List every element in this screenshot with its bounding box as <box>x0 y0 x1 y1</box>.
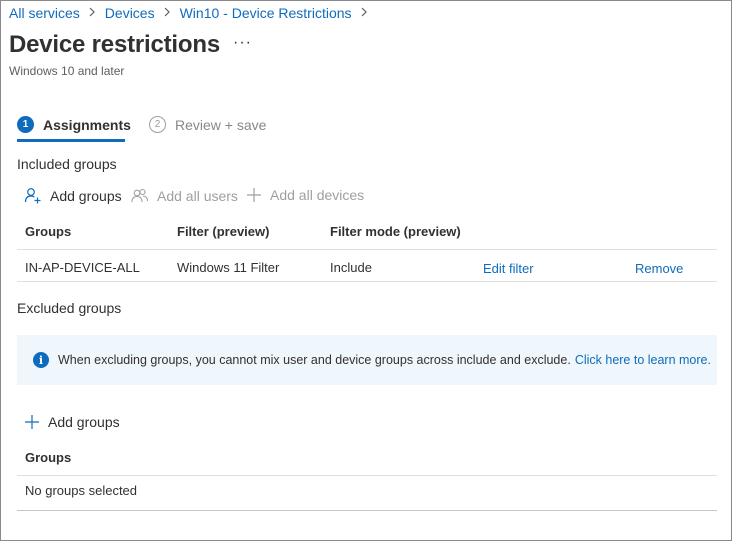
info-message-text: When excluding groups, you cannot mix us… <box>58 353 571 367</box>
add-all-users-label: Add all users <box>157 188 238 204</box>
add-all-devices-button[interactable]: Add all devices <box>246 187 364 203</box>
column-header-filter-mode: Filter mode (preview) <box>330 224 461 239</box>
breadcrumb: All services Devices Win10 - Device Rest… <box>9 5 377 21</box>
page-subtitle: Windows 10 and later <box>9 64 125 78</box>
info-message-bar: i When excluding groups, you cannot mix … <box>17 335 717 385</box>
users-icon <box>131 188 149 203</box>
breadcrumb-all-services[interactable]: All services <box>9 5 80 21</box>
included-groups-heading: Included groups <box>17 156 117 172</box>
table-bottom-divider <box>17 510 717 511</box>
table-header-divider <box>17 249 717 250</box>
cell-filter-name: Windows 11 Filter <box>177 260 280 275</box>
page-title: Device restrictions <box>9 31 220 58</box>
cell-group-name: IN-AP-DEVICE-ALL <box>25 260 140 275</box>
add-all-devices-label: Add all devices <box>270 187 365 203</box>
column-header-groups: Groups <box>25 450 72 465</box>
remove-group-link[interactable]: Remove <box>635 261 683 276</box>
info-icon: i <box>33 352 49 368</box>
table-header-divider <box>17 475 717 476</box>
more-options-button[interactable]: ··· <box>233 34 252 52</box>
tab-review-save[interactable]: 2 Review + save <box>149 116 266 133</box>
step-number-badge: 2 <box>149 116 166 133</box>
tab-assignments[interactable]: 1 Assignments <box>17 116 131 133</box>
add-user-icon <box>24 188 41 204</box>
cell-filter-mode: Include <box>330 260 372 275</box>
step-number-badge: 1 <box>17 116 34 133</box>
chevron-right-icon <box>88 6 96 20</box>
add-all-users-button[interactable]: Add all users <box>131 187 238 205</box>
step-label: Review + save <box>175 116 267 133</box>
plus-icon <box>25 415 39 429</box>
breadcrumb-win10-device-restrictions[interactable]: Win10 - Device Restrictions <box>180 5 352 21</box>
empty-state-text: No groups selected <box>25 483 138 498</box>
learn-more-link[interactable]: Click here to learn more. <box>575 353 711 367</box>
step-label: Assignments <box>43 116 131 133</box>
add-excluded-groups-button[interactable]: Add groups <box>24 414 120 430</box>
table-row-divider <box>17 281 717 282</box>
column-header-filter: Filter (preview) <box>177 224 270 239</box>
active-step-indicator <box>17 139 125 142</box>
chevron-right-icon <box>163 6 171 20</box>
excluded-groups-heading: Excluded groups <box>17 300 122 316</box>
add-groups-label: Add groups <box>48 414 120 430</box>
edit-filter-link[interactable]: Edit filter <box>483 261 534 276</box>
plus-icon <box>247 188 261 202</box>
add-groups-label: Add groups <box>50 188 122 204</box>
column-header-groups: Groups <box>25 224 72 239</box>
breadcrumb-devices[interactable]: Devices <box>105 5 155 21</box>
chevron-right-icon <box>360 6 368 20</box>
add-groups-button[interactable]: Add groups <box>24 187 122 205</box>
